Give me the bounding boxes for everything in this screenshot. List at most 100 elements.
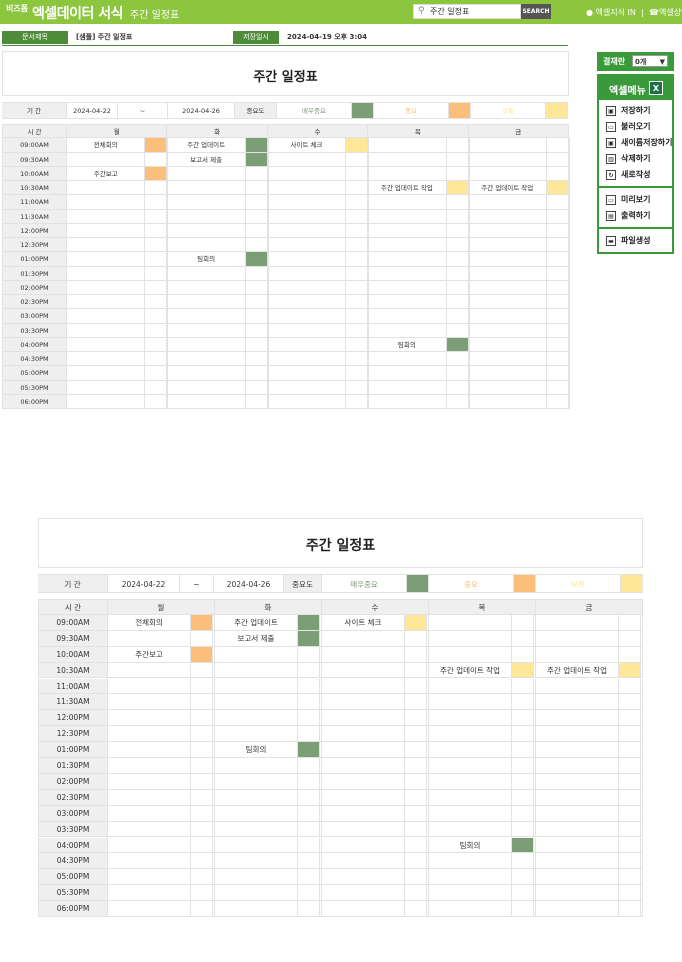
importance-cell[interactable] xyxy=(446,309,469,324)
schedule-cell[interactable] xyxy=(108,758,191,774)
schedule-cell[interactable] xyxy=(368,238,447,253)
start-date[interactable]: 2024-04-22 xyxy=(108,574,180,593)
event-cell[interactable]: 주간보고 xyxy=(108,646,191,663)
schedule-cell[interactable] xyxy=(429,742,512,758)
menu-item-save[interactable]: ▣ 저장하기 xyxy=(599,103,672,119)
importance-cell[interactable] xyxy=(512,853,534,870)
schedule-cell[interactable] xyxy=(215,662,298,679)
schedule-cell[interactable] xyxy=(536,789,619,806)
schedule-cell[interactable] xyxy=(536,773,619,790)
schedule-cell[interactable] xyxy=(368,394,447,409)
importance-cell[interactable] xyxy=(346,366,369,381)
importance-cell[interactable] xyxy=(512,694,534,711)
importance-cell[interactable] xyxy=(245,323,268,338)
importance-cell[interactable] xyxy=(547,138,569,153)
importance-cell[interactable] xyxy=(446,209,469,224)
schedule-cell[interactable] xyxy=(215,885,298,902)
event-importance-swatch[interactable] xyxy=(298,614,320,631)
app-title[interactable]: 엑셀데이터 서식 xyxy=(32,3,124,23)
schedule-cell[interactable] xyxy=(267,352,347,367)
event-cell[interactable]: 팀회의 xyxy=(368,337,447,352)
importance-cell[interactable] xyxy=(547,266,569,281)
event-cell[interactable]: 주간 업데이트 작업 xyxy=(468,181,547,196)
importance-cell[interactable] xyxy=(405,742,427,758)
schedule-cell[interactable] xyxy=(215,901,298,917)
schedule-cell[interactable] xyxy=(267,209,347,224)
schedule-cell[interactable] xyxy=(67,295,146,310)
importance-cell[interactable] xyxy=(446,352,469,367)
importance-cell[interactable] xyxy=(191,710,213,727)
schedule-cell[interactable] xyxy=(536,678,619,695)
schedule-cell[interactable] xyxy=(536,726,619,743)
importance-cell[interactable] xyxy=(298,758,320,774)
event-importance-swatch[interactable] xyxy=(191,646,213,663)
importance-cell[interactable] xyxy=(405,773,427,790)
event-cell[interactable]: 주간 업데이트 작업 xyxy=(368,181,447,196)
schedule-cell[interactable] xyxy=(536,742,619,758)
schedule-cell[interactable] xyxy=(267,309,347,324)
importance-cell[interactable] xyxy=(346,238,369,253)
event-cell[interactable]: 보고서 제출 xyxy=(215,630,298,647)
importance-cell[interactable] xyxy=(512,869,534,886)
event-cell[interactable]: 전체회의 xyxy=(67,138,146,153)
schedule-cell[interactable] xyxy=(67,181,146,196)
schedule-cell[interactable] xyxy=(368,252,447,267)
schedule-cell[interactable] xyxy=(322,885,405,902)
schedule-cell[interactable] xyxy=(167,166,246,181)
importance-cell[interactable] xyxy=(405,789,427,806)
schedule-cell[interactable] xyxy=(368,309,447,324)
importance-cell[interactable] xyxy=(619,614,641,631)
importance-cell[interactable] xyxy=(512,646,534,663)
schedule-cell[interactable] xyxy=(536,853,619,870)
schedule-cell[interactable] xyxy=(167,295,246,310)
event-importance-swatch[interactable] xyxy=(145,166,168,181)
schedule-cell[interactable] xyxy=(267,152,347,167)
schedule-cell[interactable] xyxy=(108,742,191,758)
importance-cell[interactable] xyxy=(145,238,168,253)
schedule-cell[interactable] xyxy=(167,280,246,295)
importance-cell[interactable] xyxy=(298,789,320,806)
importance-cell[interactable] xyxy=(191,805,213,822)
importance-cell[interactable] xyxy=(446,323,469,338)
importance-cell[interactable] xyxy=(245,195,268,210)
importance-cell[interactable] xyxy=(405,805,427,822)
event-cell[interactable]: 팀회의 xyxy=(429,837,512,854)
schedule-cell[interactable] xyxy=(536,758,619,774)
schedule-cell[interactable] xyxy=(429,630,512,647)
schedule-cell[interactable] xyxy=(322,773,405,790)
event-importance-swatch[interactable] xyxy=(346,138,369,153)
importance-cell[interactable] xyxy=(405,694,427,711)
schedule-cell[interactable] xyxy=(215,678,298,695)
importance-cell[interactable] xyxy=(346,252,369,267)
importance-cell[interactable] xyxy=(512,630,534,647)
importance-cell[interactable] xyxy=(446,166,469,181)
schedule-cell[interactable] xyxy=(322,789,405,806)
schedule-cell[interactable] xyxy=(67,252,146,267)
importance-cell[interactable] xyxy=(346,323,369,338)
importance-cell[interactable] xyxy=(298,773,320,790)
schedule-cell[interactable] xyxy=(322,805,405,822)
importance-cell[interactable] xyxy=(446,223,469,238)
schedule-cell[interactable] xyxy=(108,710,191,727)
importance-cell[interactable] xyxy=(245,352,268,367)
schedule-cell[interactable] xyxy=(429,885,512,902)
event-importance-swatch[interactable] xyxy=(512,662,534,679)
schedule-cell[interactable] xyxy=(429,758,512,774)
schedule-cell[interactable] xyxy=(536,821,619,838)
schedule-cell[interactable] xyxy=(536,901,619,917)
importance-cell[interactable] xyxy=(346,209,369,224)
importance-cell[interactable] xyxy=(446,366,469,381)
schedule-cell[interactable] xyxy=(108,726,191,743)
schedule-cell[interactable] xyxy=(429,694,512,711)
importance-cell[interactable] xyxy=(245,266,268,281)
schedule-cell[interactable] xyxy=(368,366,447,381)
importance-cell[interactable] xyxy=(191,773,213,790)
importance-cell[interactable] xyxy=(191,678,213,695)
schedule-cell[interactable] xyxy=(429,805,512,822)
schedule-cell[interactable] xyxy=(536,614,619,631)
importance-cell[interactable] xyxy=(298,694,320,711)
schedule-cell[interactable] xyxy=(468,166,547,181)
schedule-cell[interactable] xyxy=(215,726,298,743)
importance-cell[interactable] xyxy=(512,614,534,631)
importance-cell[interactable] xyxy=(346,152,369,167)
